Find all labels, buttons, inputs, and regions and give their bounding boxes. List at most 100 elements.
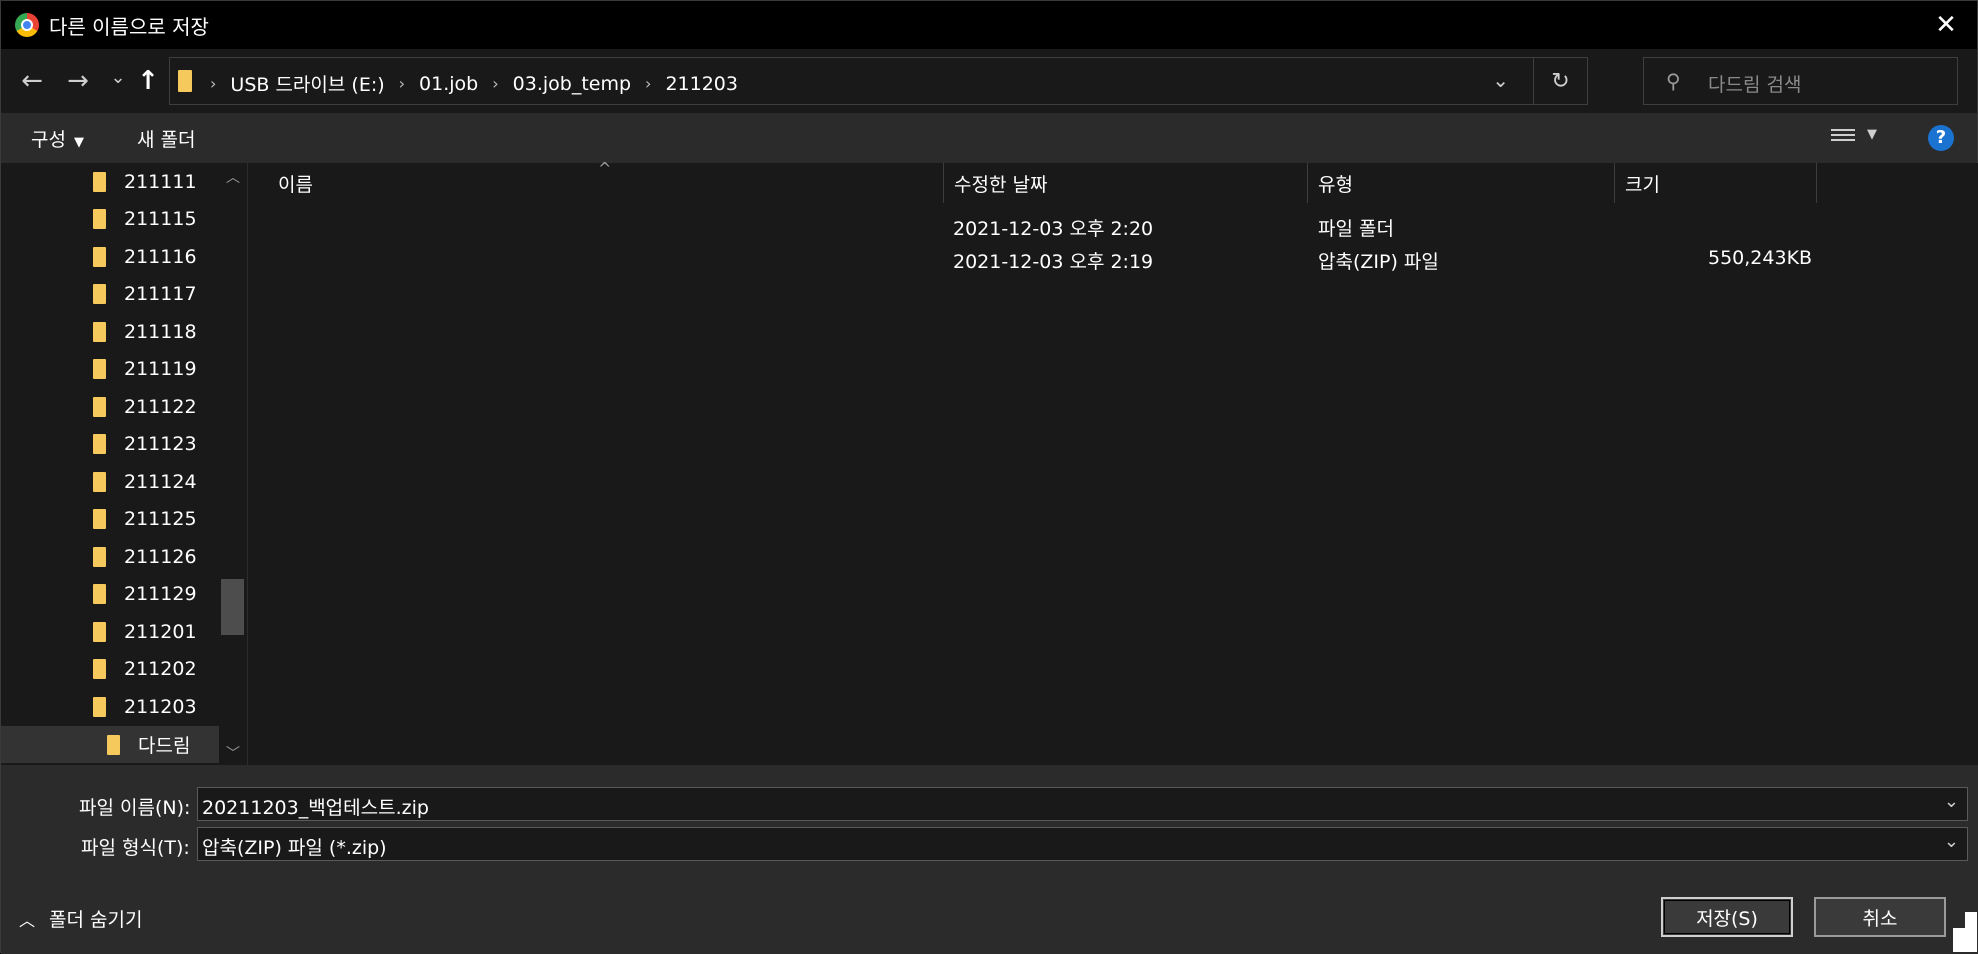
column-header-modified[interactable]: 수정한 날짜	[944, 163, 1312, 203]
forward-arrow-icon[interactable]: →	[61, 65, 95, 97]
folder-icon	[93, 696, 106, 717]
sidebar-item-211115[interactable]: 211115	[1, 201, 219, 238]
search-placeholder: 다드림 검색	[1708, 74, 1802, 96]
folder-icon	[93, 509, 106, 529]
sidebar-item-211202[interactable]: 211202	[1, 651, 219, 688]
breadcrumb-separator: ›	[210, 74, 217, 93]
sidebar-item-label: 211115	[124, 208, 197, 230]
sidebar-item-label: 211119	[124, 358, 197, 380]
sidebar-item-label: 211202	[124, 658, 197, 680]
save-options-panel: 파일 이름(N): 20211203_백업테스트.zip ⌄ 파일 형식(T):…	[1, 765, 1978, 954]
sidebar-item-211129[interactable]: 211129	[1, 576, 219, 613]
sidebar-item-211123[interactable]: 211123	[1, 426, 219, 463]
sidebar-item-label: 다드림	[138, 735, 191, 757]
sidebar-scrollbar[interactable]: ︿ ﹀	[219, 163, 247, 765]
sidebar-item-label: 211125	[124, 508, 197, 530]
search-input[interactable]: ⚲ 다드림 검색	[1643, 57, 1958, 105]
filename-label: 파일 이름(N):	[79, 797, 191, 819]
sidebar-item-label: 211201	[124, 620, 197, 643]
command-toolbar: 구성 ▼ 새 폴더 ▼ ?	[1, 113, 1977, 163]
navigation-bar: ← → ⌄ ↑ › USB 드라이브 (E:) › 01.job › 03.jo…	[1, 49, 1977, 113]
scroll-up-icon[interactable]: ︿	[219, 167, 247, 187]
filename-field[interactable]: 20211203_백업테스트.zip ⌄	[197, 787, 1968, 821]
breadcrumb-separator[interactable]: ›	[492, 74, 498, 93]
column-divider[interactable]	[1816, 163, 1817, 203]
recent-locations-icon[interactable]: ⌄	[101, 61, 135, 93]
column-header-label: 유형	[1318, 173, 1353, 196]
sidebar-item-label: 211126	[124, 545, 197, 568]
sidebar-item-211119[interactable]: 211119	[1, 351, 219, 388]
file-list: 이름 ^ 수정한 날짜 유형 크기 2021-12-03 오후 2:20 파일 …	[247, 159, 1978, 765]
sidebar-item-dadream[interactable]: 다드림	[1, 726, 219, 763]
save-button[interactable]: 저장(S)	[1661, 897, 1793, 937]
breadcrumb-item-211203[interactable]: 211203	[665, 73, 738, 95]
hide-folders-button[interactable]: ︿ 폴더 숨기기	[19, 905, 142, 932]
column-header-size[interactable]: 크기	[1615, 163, 1815, 203]
organize-button[interactable]: 구성 ▼	[31, 125, 84, 152]
folder-icon	[178, 70, 192, 92]
dialog-title: 다른 이름으로 저장	[49, 15, 209, 39]
cancel-button[interactable]: 취소	[1814, 897, 1946, 937]
view-options-icon[interactable]	[1831, 129, 1855, 147]
navigation-pane: 211111 211115 211116 211117 211118 21111…	[1, 163, 247, 765]
sidebar-item-label: 211123	[124, 433, 197, 455]
breadcrumb-item-job-temp[interactable]: 03.job_temp	[513, 73, 631, 95]
folder-icon	[93, 246, 106, 267]
breadcrumb-separator[interactable]: ›	[645, 74, 651, 93]
refresh-icon[interactable]: ↻	[1533, 58, 1587, 104]
filetype-select[interactable]: 압축(ZIP) 파일 (*.zip) ⌄	[197, 827, 1968, 861]
caret-down-icon: ▼	[73, 135, 84, 150]
help-icon[interactable]: ?	[1928, 125, 1954, 151]
column-header-type[interactable]: 유형	[1308, 163, 1608, 203]
cell-size: 550,243KB	[1708, 247, 1813, 269]
sidebar-item-211122[interactable]: 211122	[1, 388, 219, 425]
scrollbar-thumb[interactable]	[221, 579, 244, 635]
folder-icon	[93, 546, 106, 567]
sidebar-item-label: 211117	[124, 283, 197, 305]
column-header-label: 수정한 날짜	[954, 173, 1048, 196]
chevron-down-icon[interactable]: ⌄	[1944, 831, 1959, 852]
breadcrumb-item-job[interactable]: 01.job	[419, 73, 478, 95]
table-row[interactable]: 2021-12-03 오후 2:19 압축(ZIP) 파일 550,243KB	[248, 242, 1978, 275]
chrome-icon	[15, 13, 39, 37]
table-row[interactable]: 2021-12-03 오후 2:20 파일 폴더	[248, 209, 1978, 242]
folder-icon	[93, 434, 106, 454]
back-arrow-icon[interactable]: ←	[15, 65, 49, 97]
sidebar-item-211124[interactable]: 211124	[1, 463, 219, 500]
cell-modified: 2021-12-03 오후 2:20	[953, 218, 1154, 240]
sidebar-item-211118[interactable]: 211118	[1, 313, 219, 350]
resize-grip-icon[interactable]	[1953, 912, 1977, 952]
title-bar: 다른 이름으로 저장 ✕	[1, 1, 1977, 49]
sidebar-item-211111[interactable]: 211111	[1, 163, 219, 200]
close-button[interactable]: ✕	[1915, 1, 1977, 49]
chevron-down-icon[interactable]: ⌄	[1944, 791, 1959, 812]
sidebar-item-label: 211129	[124, 583, 197, 605]
sidebar-item-label: 211203	[124, 695, 197, 718]
save-as-dialog: 다른 이름으로 저장 ✕ ← → ⌄ ↑ › USB 드라이브 (E:) › 0…	[0, 0, 1978, 954]
filetype-label: 파일 형식(T):	[81, 837, 190, 859]
new-folder-button[interactable]: 새 폴더	[137, 125, 195, 152]
sidebar-item-211117[interactable]: 211117	[1, 276, 219, 313]
breadcrumb-separator[interactable]: ›	[399, 74, 405, 93]
scroll-down-icon[interactable]: ﹀	[219, 743, 247, 763]
address-bar[interactable]: › USB 드라이브 (E:) › 01.job › 03.job_temp ›…	[169, 57, 1588, 105]
sidebar-item-211201[interactable]: 211201	[1, 613, 219, 650]
sidebar-item-label: 211122	[124, 395, 197, 418]
filetype-value: 압축(ZIP) 파일 (*.zip)	[202, 837, 387, 859]
address-dropdown-icon[interactable]: ⌄	[1492, 68, 1509, 92]
folder-icon	[93, 659, 106, 679]
cell-type: 압축(ZIP) 파일	[1318, 251, 1439, 273]
up-arrow-icon[interactable]: ↑	[131, 65, 165, 97]
column-header-name[interactable]: 이름	[268, 163, 743, 203]
sidebar-item-211126[interactable]: 211126	[1, 538, 219, 575]
organize-label: 구성	[31, 129, 66, 151]
sidebar-item-211116[interactable]: 211116	[1, 238, 219, 275]
breadcrumb-item-drive[interactable]: USB 드라이브 (E:)	[230, 70, 384, 97]
sidebar-item-211203[interactable]: 211203	[1, 688, 219, 725]
sidebar-item-211125[interactable]: 211125	[1, 501, 219, 538]
folder-icon	[107, 734, 120, 755]
view-caret-down-icon[interactable]: ▼	[1867, 127, 1877, 142]
folder-icon	[93, 621, 106, 642]
breadcrumb: › USB 드라이브 (E:) › 01.job › 03.job_temp ›…	[210, 70, 738, 97]
cell-type: 파일 폴더	[1318, 218, 1394, 240]
